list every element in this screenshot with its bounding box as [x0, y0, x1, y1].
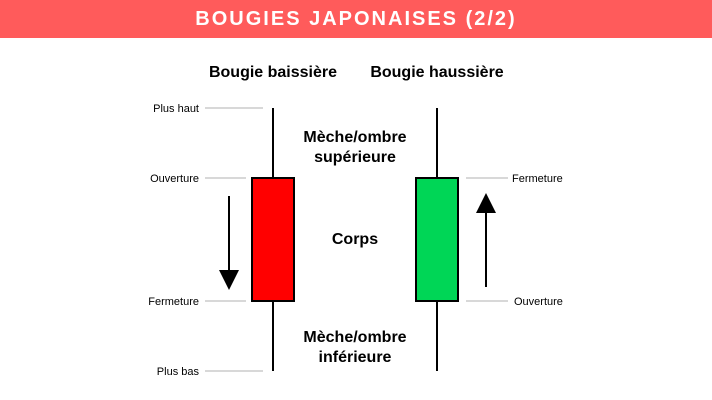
label-open-right: Ouverture: [514, 296, 563, 308]
label-open-left: Ouverture: [150, 173, 199, 185]
upper-wick-label-line1: Mèche/ombre: [303, 129, 406, 146]
candlestick-diagram: Bougie baissière Bougie haussière Plus h…: [148, 64, 563, 378]
body-label: Corps: [332, 231, 378, 248]
lower-wick-label-line1: Mèche/ombre: [303, 329, 406, 346]
label-close-left: Fermeture: [148, 296, 199, 308]
label-close-right: Fermeture: [512, 173, 563, 185]
bearish-heading: Bougie baissière: [209, 64, 337, 81]
bearish-candle-body: [251, 177, 295, 302]
label-low: Plus bas: [157, 366, 200, 378]
label-high: Plus haut: [153, 103, 199, 115]
lower-wick-label-line2: inférieure: [319, 349, 392, 366]
bullish-heading: Bougie haussière: [370, 64, 503, 81]
upper-wick-label-line2: supérieure: [314, 149, 396, 166]
bullish-candle-body: [415, 177, 459, 302]
